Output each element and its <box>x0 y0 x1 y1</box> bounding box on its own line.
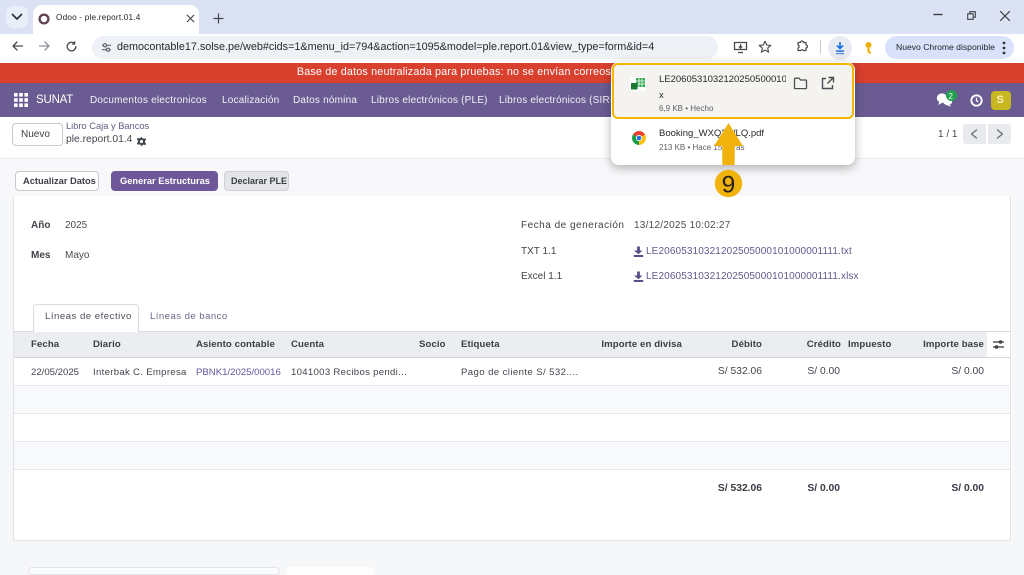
svg-text:9: 9 <box>722 172 736 199</box>
